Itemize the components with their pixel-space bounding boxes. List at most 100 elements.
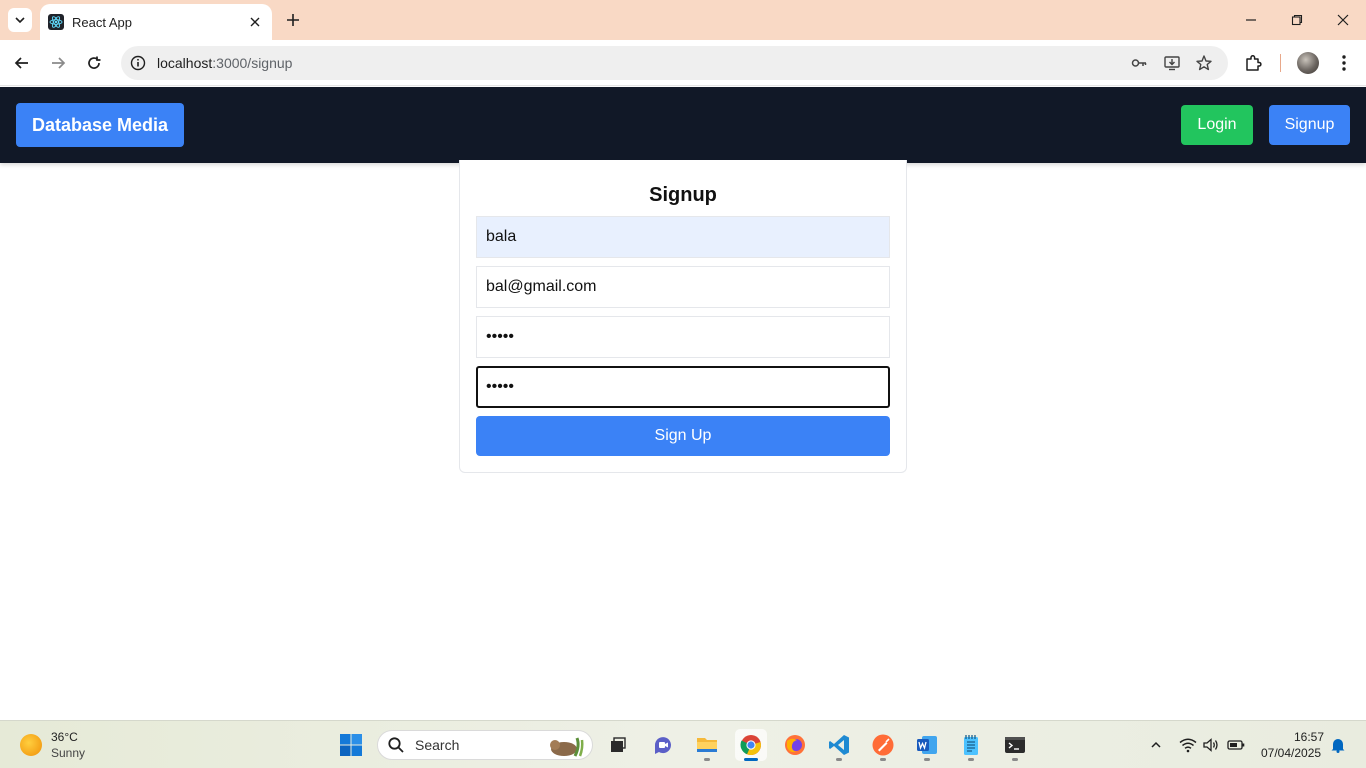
email-value: bal@gmail.com bbox=[486, 278, 597, 295]
wifi-icon bbox=[1179, 738, 1197, 753]
arrow-left-icon bbox=[14, 57, 28, 69]
close-window-button[interactable] bbox=[1331, 8, 1355, 32]
running-indicator bbox=[704, 758, 710, 761]
site-info-icon[interactable] bbox=[129, 54, 147, 72]
windows-logo-icon bbox=[340, 734, 362, 756]
weather-temperature: 36°C bbox=[51, 730, 78, 744]
url-host: localhost bbox=[157, 55, 213, 71]
running-indicator bbox=[968, 758, 974, 761]
password-input[interactable]: ••••• bbox=[476, 316, 890, 358]
taskbar-task-view[interactable] bbox=[601, 729, 633, 761]
chevron-down-icon bbox=[15, 17, 25, 24]
taskbar-terminal[interactable] bbox=[999, 729, 1031, 761]
taskbar-vscode[interactable] bbox=[823, 729, 855, 761]
plus-icon bbox=[287, 14, 299, 26]
confirm-password-input[interactable]: ••••• bbox=[476, 366, 890, 408]
chrome-icon bbox=[740, 735, 761, 756]
extensions-button[interactable] bbox=[1242, 51, 1266, 75]
battery-status[interactable] bbox=[1226, 735, 1246, 755]
username-input[interactable]: bala bbox=[476, 216, 890, 258]
app-navbar: Database Media Login Signup bbox=[0, 87, 1366, 163]
task-view-icon bbox=[611, 737, 626, 752]
weather-description: Sunny bbox=[51, 746, 86, 760]
username-value: bala bbox=[486, 228, 517, 245]
taskbar-notepad[interactable] bbox=[955, 729, 987, 761]
taskbar-chrome[interactable] bbox=[735, 729, 767, 761]
active-indicator bbox=[744, 758, 758, 761]
word-icon bbox=[917, 736, 937, 754]
taskbar-search[interactable]: Search bbox=[377, 730, 593, 760]
postman-icon bbox=[872, 734, 894, 756]
url-path: :3000/signup bbox=[212, 55, 293, 71]
taskbar-firefox[interactable] bbox=[779, 729, 811, 761]
react-logo-icon bbox=[48, 14, 64, 30]
bell-icon bbox=[1331, 739, 1345, 753]
browser-toolbar: localhost:3000/signup bbox=[0, 40, 1366, 86]
sign-up-submit-button[interactable]: Sign Up bbox=[476, 416, 890, 456]
minimize-button[interactable] bbox=[1239, 8, 1263, 32]
taskbar-word[interactable] bbox=[911, 729, 943, 761]
tab-title: React App bbox=[72, 14, 132, 30]
running-indicator bbox=[880, 758, 886, 761]
toolbar-divider bbox=[1280, 54, 1281, 72]
address-bar[interactable]: localhost:3000/signup bbox=[121, 46, 1228, 80]
running-indicator bbox=[924, 758, 930, 761]
notifications-button[interactable] bbox=[1328, 735, 1348, 755]
clock-time[interactable]: 16:57 bbox=[1294, 730, 1324, 744]
restore-button[interactable] bbox=[1285, 8, 1309, 32]
taskbar-file-explorer[interactable] bbox=[691, 729, 723, 761]
signup-card: Signup bala bal@gmail.com ••••• ••••• Si… bbox=[459, 160, 907, 473]
email-input[interactable]: bal@gmail.com bbox=[476, 266, 890, 308]
password-value: ••••• bbox=[486, 328, 515, 345]
browser-tab-strip: React App bbox=[0, 0, 1366, 40]
running-indicator bbox=[836, 758, 842, 761]
new-tab-button[interactable] bbox=[282, 9, 304, 31]
tab-search-button[interactable] bbox=[8, 8, 32, 32]
running-indicator bbox=[1012, 758, 1018, 761]
notepad-icon bbox=[964, 735, 978, 755]
search-highlight-icon bbox=[550, 737, 584, 757]
vscode-icon bbox=[829, 735, 849, 755]
taskbar-meet[interactable] bbox=[647, 729, 679, 761]
profile-avatar[interactable] bbox=[1297, 52, 1319, 74]
taskbar-postman[interactable] bbox=[867, 729, 899, 761]
signup-title: Signup bbox=[649, 184, 717, 206]
weather-sun-icon[interactable] bbox=[20, 734, 42, 756]
login-button[interactable]: Login bbox=[1181, 105, 1253, 145]
wifi-status[interactable] bbox=[1178, 735, 1198, 755]
search-label: Search bbox=[415, 737, 460, 753]
volume-status[interactable] bbox=[1201, 735, 1221, 755]
speaker-icon bbox=[1203, 738, 1218, 752]
close-icon bbox=[1337, 14, 1349, 26]
install-app-icon[interactable] bbox=[1162, 53, 1182, 73]
reload-icon bbox=[88, 56, 101, 69]
puzzle-icon bbox=[1246, 54, 1262, 71]
tray-overflow-button[interactable] bbox=[1146, 735, 1166, 755]
battery-icon bbox=[1227, 740, 1245, 750]
start-button[interactable] bbox=[339, 733, 363, 757]
address-url: localhost:3000/signup bbox=[157, 55, 292, 71]
minimize-icon bbox=[1246, 19, 1256, 21]
bookmark-star-icon[interactable] bbox=[1194, 53, 1214, 73]
video-chat-icon bbox=[655, 737, 671, 754]
restore-icon bbox=[1291, 14, 1303, 26]
arrow-right-icon bbox=[52, 57, 66, 69]
tab-close-button[interactable] bbox=[246, 13, 264, 31]
more-vertical-icon bbox=[1342, 55, 1346, 71]
forward-button[interactable] bbox=[46, 51, 70, 75]
browser-menu-button[interactable] bbox=[1332, 51, 1356, 75]
brand-logo-button[interactable]: Database Media bbox=[16, 103, 184, 147]
chevron-up-icon bbox=[1151, 741, 1161, 748]
clock-date[interactable]: 07/04/2025 bbox=[1261, 746, 1321, 760]
windows-taskbar: 36°C Sunny Search 16:57 07/04/2025 bbox=[0, 720, 1366, 768]
firefox-icon bbox=[785, 735, 805, 755]
confirm-password-value: ••••• bbox=[486, 378, 515, 395]
terminal-icon bbox=[1005, 737, 1025, 753]
signup-nav-button[interactable]: Signup bbox=[1269, 105, 1350, 145]
folder-icon bbox=[697, 738, 717, 752]
back-button[interactable] bbox=[10, 51, 34, 75]
search-icon bbox=[388, 737, 404, 753]
browser-tab-active[interactable]: React App bbox=[40, 4, 272, 40]
password-key-icon[interactable] bbox=[1129, 53, 1149, 73]
reload-button[interactable] bbox=[82, 51, 106, 75]
